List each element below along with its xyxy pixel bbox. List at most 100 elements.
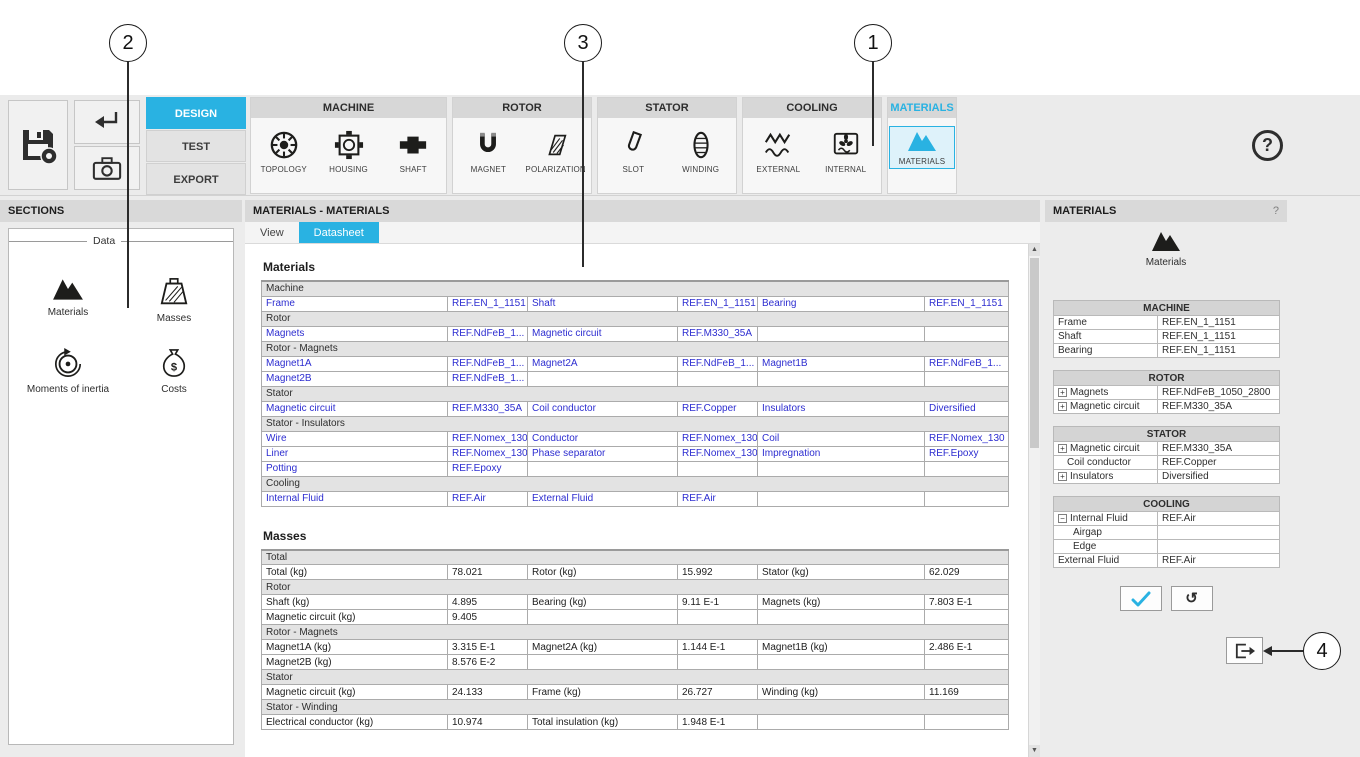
- tree-group-header: MACHINE: [1054, 301, 1280, 316]
- topology-button[interactable]: TOPOLOGY: [252, 127, 316, 176]
- cell: [528, 371, 678, 386]
- check-icon: [1130, 590, 1152, 608]
- save-button[interactable]: [8, 100, 68, 190]
- expand-icon[interactable]: +: [1058, 402, 1067, 411]
- cell: [528, 655, 678, 670]
- slot-label: SLOT: [622, 165, 644, 174]
- data-group-legend: Data: [9, 235, 233, 247]
- sidebar-item-costs[interactable]: $ Costs: [121, 348, 227, 395]
- cell: Magnets: [262, 326, 448, 341]
- callout-line-3: [582, 62, 584, 267]
- materials-summary: Materials: [1045, 230, 1287, 268]
- cell: REF.NdFeB_1...: [678, 356, 758, 371]
- import-button[interactable]: [74, 100, 140, 144]
- tree-value-cell[interactable]: [1158, 526, 1280, 540]
- sidebar-item-masses[interactable]: Masses: [121, 277, 227, 324]
- tree-value-cell[interactable]: REF.M330_35A: [1158, 400, 1280, 414]
- tree-value-cell[interactable]: Diversified: [1158, 470, 1280, 484]
- tab-view[interactable]: View: [245, 222, 299, 243]
- export-report-button[interactable]: [1226, 637, 1263, 664]
- tree-value-cell[interactable]: REF.M330_35A: [1158, 442, 1280, 456]
- export-mode-button[interactable]: EXPORT: [146, 163, 246, 195]
- cell: 8.576 E-2: [448, 655, 528, 670]
- ribbon-group-materials: MATERIALS MATERIALS: [887, 97, 957, 194]
- cell: [528, 461, 678, 476]
- cell: 15.992: [678, 565, 758, 580]
- cell: 62.029: [925, 565, 1009, 580]
- ribbon-group-machine: MACHINE TOPOLOGY: [250, 97, 447, 194]
- expand-icon[interactable]: +: [1058, 388, 1067, 397]
- cell: Magnet2A (kg): [528, 640, 678, 655]
- cell: Frame: [262, 296, 448, 311]
- tree-value-cell[interactable]: REF.Air: [1158, 554, 1280, 568]
- expand-icon[interactable]: +: [1058, 444, 1067, 453]
- tree-value-cell[interactable]: REF.Copper: [1158, 456, 1280, 470]
- tab-datasheet[interactable]: Datasheet: [299, 222, 379, 243]
- cell: REF.Air: [448, 491, 528, 506]
- cell: Coil: [758, 431, 925, 446]
- tree-value-cell[interactable]: REF.EN_1_1151: [1158, 316, 1280, 330]
- cell: 4.895: [448, 595, 528, 610]
- shaft-button[interactable]: SHAFT: [381, 127, 445, 176]
- slot-button[interactable]: SLOT: [601, 127, 665, 176]
- scroll-down-icon[interactable]: ▼: [1029, 745, 1040, 757]
- design-mode-button[interactable]: DESIGN: [146, 97, 246, 129]
- test-mode-button[interactable]: TEST: [146, 130, 246, 162]
- cell: Liner: [262, 446, 448, 461]
- shaft-label: SHAFT: [400, 165, 427, 174]
- cell: Wire: [262, 431, 448, 446]
- winding-icon: [686, 130, 716, 160]
- materials-settings-panel: MATERIALS ? Materials MACHINE FrameREF.E…: [1045, 200, 1287, 757]
- magnet-button[interactable]: MAGNET: [456, 127, 520, 176]
- scroll-up-icon[interactable]: ▲: [1029, 244, 1040, 256]
- section-cell: Rotor - Magnets: [262, 625, 1009, 640]
- tree-label: Magnetic circuit: [1070, 443, 1139, 454]
- scrollbar-thumb[interactable]: [1030, 258, 1039, 448]
- housing-button[interactable]: HOUSING: [317, 127, 381, 176]
- cell: 3.315 E-1: [448, 640, 528, 655]
- materials-button[interactable]: MATERIALS: [890, 127, 954, 168]
- screenshot-button[interactable]: [74, 146, 140, 190]
- internal-cooling-button[interactable]: INTERNAL: [814, 127, 878, 176]
- tree-value-cell[interactable]: REF.Air: [1158, 512, 1280, 526]
- collapse-icon[interactable]: −: [1058, 514, 1067, 523]
- callout-1: 1: [854, 24, 892, 62]
- cell: [678, 610, 758, 625]
- expand-icon[interactable]: +: [1058, 472, 1067, 481]
- tree-value-cell[interactable]: [1158, 540, 1280, 554]
- data-sections-grid: Materials Masses: [9, 247, 233, 395]
- vertical-scrollbar[interactable]: ▲ ▼: [1028, 244, 1040, 757]
- sidebar-item-masses-label: Masses: [157, 313, 191, 324]
- cell: REF.Nomex_130: [448, 431, 528, 446]
- sidebar-item-materials[interactable]: Materials: [15, 277, 121, 324]
- help-button[interactable]: ?: [1252, 130, 1283, 161]
- tree-value-cell[interactable]: REF.NdFeB_1050_2800: [1158, 386, 1280, 400]
- cell: Potting: [262, 461, 448, 476]
- group-title-rotor: ROTOR: [453, 98, 591, 118]
- internal-cooling-label: INTERNAL: [825, 165, 866, 174]
- tree-value-cell[interactable]: REF.EN_1_1151: [1158, 344, 1280, 358]
- dollar-glyph: $: [171, 361, 178, 373]
- restore-button[interactable]: ↺: [1171, 586, 1213, 611]
- cooling-group-table: COOLING −Internal FluidREF.Air Airgap Ed…: [1053, 496, 1280, 568]
- external-cooling-button[interactable]: EXTERNAL: [746, 127, 810, 176]
- sidebar-item-moments-of-inertia[interactable]: Moments of inertia: [15, 348, 121, 395]
- winding-button[interactable]: WINDING: [669, 127, 733, 176]
- right-panel-title: MATERIALS: [1053, 200, 1116, 222]
- cell: 78.021: [448, 565, 528, 580]
- cell: 2.486 E-1: [925, 640, 1009, 655]
- cell: REF.Epoxy: [925, 446, 1009, 461]
- return-arrow-icon: [92, 109, 122, 135]
- cell: REF.NdFeB_1...: [448, 356, 528, 371]
- callout-2: 2: [109, 24, 147, 62]
- cell: REF.Air: [678, 491, 758, 506]
- tree-value-cell[interactable]: REF.EN_1_1151: [1158, 330, 1280, 344]
- group-title-stator: STATOR: [598, 98, 736, 118]
- slot-icon: [618, 130, 648, 160]
- cell: Frame (kg): [528, 685, 678, 700]
- panel-help-icon[interactable]: ?: [1273, 200, 1279, 222]
- cell: [925, 655, 1009, 670]
- polarization-button[interactable]: POLARIZATION: [524, 127, 588, 176]
- apply-button[interactable]: [1120, 586, 1162, 611]
- cell: Bearing: [758, 296, 925, 311]
